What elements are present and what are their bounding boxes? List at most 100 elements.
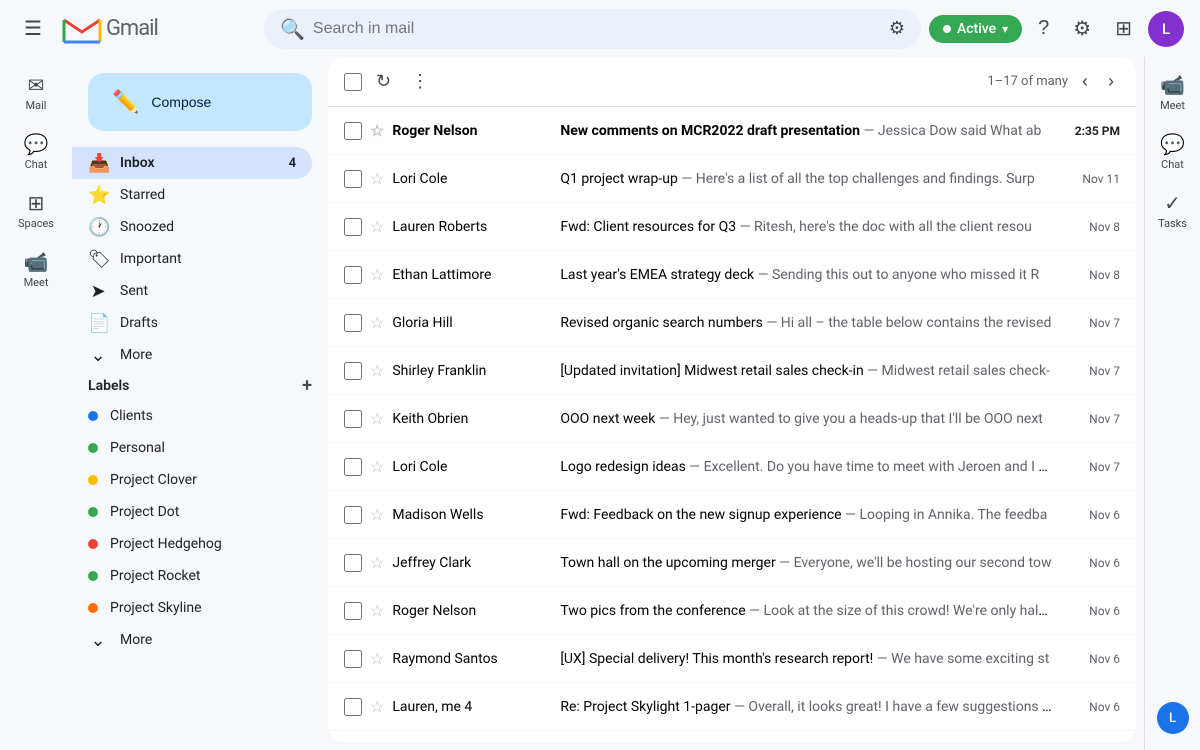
email-date: Nov 8 bbox=[1060, 220, 1120, 234]
label-project-rocket[interactable]: Project Rocket bbox=[72, 560, 312, 592]
star-icon[interactable]: ☆ bbox=[370, 409, 384, 428]
search-input[interactable] bbox=[313, 20, 881, 38]
table-row[interactable]: ☆ Keith Obrien OOO next week — Hey, just… bbox=[328, 395, 1136, 443]
support-button[interactable]: ? bbox=[1030, 9, 1057, 48]
label-more[interactable]: ⌄ More bbox=[72, 624, 312, 656]
nav-item-inbox[interactable]: 📥 Inbox 4 bbox=[72, 147, 312, 179]
label-project-skyline[interactable]: Project Skyline bbox=[72, 592, 312, 624]
nav-item-starred[interactable]: ⭐ Starred bbox=[72, 179, 312, 211]
email-date: Nov 6 bbox=[1060, 700, 1120, 714]
project-clover-dot bbox=[88, 475, 98, 485]
row-checkbox[interactable] bbox=[344, 170, 362, 188]
search-filter-icon[interactable]: ⚙ bbox=[889, 18, 905, 39]
nav-item-sent[interactable]: ➤ Sent bbox=[72, 275, 312, 307]
hamburger-menu-button[interactable]: ☰ bbox=[16, 8, 50, 49]
sidebar-item-chat[interactable]: 💬 Chat bbox=[12, 124, 60, 179]
label-project-hedgehog[interactable]: Project Hedgehog bbox=[72, 528, 312, 560]
email-snippet: — Hey, just wanted to give you a heads-u… bbox=[659, 411, 1043, 427]
star-icon[interactable]: ☆ bbox=[370, 553, 384, 572]
row-checkbox[interactable] bbox=[344, 314, 362, 332]
table-row[interactable]: ☆ Shirley Franklin [Updated invitation] … bbox=[328, 347, 1136, 395]
avatar[interactable]: L bbox=[1148, 11, 1184, 47]
mail-icon: ✉ bbox=[28, 73, 45, 97]
more-options-button[interactable]: ⋮ bbox=[405, 65, 435, 98]
star-icon[interactable]: ☆ bbox=[370, 361, 384, 380]
star-icon[interactable]: ☆ bbox=[370, 649, 384, 668]
table-row[interactable]: ☆ Lauren Roberts Fwd: Client resources f… bbox=[328, 203, 1136, 251]
table-row[interactable]: ☆ Lauren, me 4 Re: Project Skylight 1-pa… bbox=[328, 683, 1136, 731]
label-clients[interactable]: Clients bbox=[72, 400, 312, 432]
active-status-badge[interactable]: Active ▾ bbox=[929, 15, 1022, 43]
older-page-button[interactable]: › bbox=[1102, 65, 1120, 98]
star-icon[interactable]: ☆ bbox=[370, 265, 384, 284]
row-checkbox[interactable] bbox=[344, 362, 362, 380]
right-tab-tasks[interactable]: ✓ Tasks bbox=[1149, 183, 1197, 238]
label-clients-text: Clients bbox=[110, 408, 153, 424]
meet-tab-icon: 📹 bbox=[1160, 73, 1185, 97]
star-icon[interactable]: ☆ bbox=[370, 313, 384, 332]
compose-button[interactable]: ✏️ Compose bbox=[88, 73, 312, 131]
table-row[interactable]: ☆ Madison Wells Fwd: Feedback on the new… bbox=[328, 491, 1136, 539]
table-row[interactable]: ☆ Raymond Santos [UX] Special delivery! … bbox=[328, 635, 1136, 683]
row-checkbox[interactable] bbox=[344, 458, 362, 476]
app-container: ☰ Gmail 🔍 ⚙ Active ▾ bbox=[0, 0, 1200, 750]
label-project-clover[interactable]: Project Clover bbox=[72, 464, 312, 496]
nav-item-drafts[interactable]: 📄 Drafts bbox=[72, 307, 312, 339]
table-row[interactable]: ☆ Lori Cole Logo redesign ideas — Excell… bbox=[328, 443, 1136, 491]
sidebar-item-mail[interactable]: ✉ Mail bbox=[12, 65, 60, 120]
star-icon[interactable]: ☆ bbox=[370, 121, 384, 140]
nav-item-more[interactable]: ⌄ More bbox=[72, 339, 312, 371]
nav-item-snoozed[interactable]: 🕐 Snoozed bbox=[72, 211, 312, 243]
label-personal[interactable]: Personal bbox=[72, 432, 312, 464]
row-checkbox[interactable] bbox=[344, 602, 362, 620]
refresh-button[interactable]: ↻ bbox=[370, 65, 397, 98]
email-toolbar: ↻ ⋮ 1–17 of many ‹ › bbox=[328, 57, 1136, 107]
row-checkbox[interactable] bbox=[344, 410, 362, 428]
add-label-icon[interactable]: + bbox=[302, 375, 312, 396]
table-row[interactable]: ☆ Roger Nelson Two pics from the confere… bbox=[328, 587, 1136, 635]
row-checkbox[interactable] bbox=[344, 698, 362, 716]
star-icon[interactable]: ☆ bbox=[370, 505, 384, 524]
apps-button[interactable]: ⊞ bbox=[1107, 8, 1140, 49]
email-subject: Revised organic search numbers — Hi all … bbox=[560, 315, 1052, 331]
table-row[interactable]: ☆ Ethan Lattimore Last year's EMEA strat… bbox=[328, 251, 1136, 299]
avatar-small[interactable]: L bbox=[1157, 702, 1189, 734]
row-checkbox[interactable] bbox=[344, 122, 362, 140]
star-icon[interactable]: ☆ bbox=[370, 697, 384, 716]
table-row[interactable]: ☆ Lori Cole Q1 project wrap-up — Here's … bbox=[328, 155, 1136, 203]
nav-item-important[interactable]: 🏷 Important bbox=[72, 243, 312, 275]
app-header: ☰ Gmail 🔍 ⚙ Active ▾ bbox=[0, 0, 1200, 57]
sender-name: Ethan Lattimore bbox=[392, 267, 552, 283]
table-row[interactable]: ☆ Gloria Hill Revised organic search num… bbox=[328, 299, 1136, 347]
newer-page-button[interactable]: ‹ bbox=[1076, 65, 1094, 98]
right-tab-meet[interactable]: 📹 Meet bbox=[1149, 65, 1197, 120]
row-checkbox[interactable] bbox=[344, 650, 362, 668]
row-checkbox[interactable] bbox=[344, 506, 362, 524]
star-icon[interactable]: ☆ bbox=[370, 457, 384, 476]
row-checkbox[interactable] bbox=[344, 266, 362, 284]
sidebar-item-meet[interactable]: 📹 Meet bbox=[12, 242, 60, 297]
more-nav-icon: ⌄ bbox=[88, 345, 108, 366]
table-row[interactable]: ☆ Lauren Roberts Re: Corp strategy slide… bbox=[328, 731, 1136, 742]
sender-name: Shirley Franklin bbox=[392, 363, 552, 379]
header-right: Active ▾ ? ⚙ ⊞ L bbox=[929, 8, 1184, 49]
email-list-area: ↻ ⋮ 1–17 of many ‹ › ☆ Roger Nelson New … bbox=[328, 57, 1136, 742]
nav-drafts-label: Drafts bbox=[120, 315, 158, 331]
star-icon[interactable]: ☆ bbox=[370, 169, 384, 188]
table-row[interactable]: ☆ Roger Nelson New comments on MCR2022 d… bbox=[328, 107, 1136, 155]
row-checkbox[interactable] bbox=[344, 218, 362, 236]
email-subject: Fwd: Feedback on the new signup experien… bbox=[560, 507, 1052, 523]
right-tab-chat[interactable]: 💬 Chat bbox=[1149, 124, 1197, 179]
table-row[interactable]: ☆ Jeffrey Clark Town hall on the upcomin… bbox=[328, 539, 1136, 587]
star-icon[interactable]: ☆ bbox=[370, 601, 384, 620]
sidebar-item-spaces[interactable]: ⊞ Spaces bbox=[12, 183, 60, 238]
row-checkbox[interactable] bbox=[344, 554, 362, 572]
email-snippet: — Excellent. Do you have time to meet wi… bbox=[689, 459, 1052, 475]
label-project-dot[interactable]: Project Dot bbox=[72, 496, 312, 528]
settings-button[interactable]: ⚙ bbox=[1065, 8, 1099, 49]
select-all-checkbox[interactable] bbox=[344, 73, 362, 91]
star-icon[interactable]: ☆ bbox=[370, 217, 384, 236]
sender-name: Lori Cole bbox=[392, 459, 552, 475]
email-subject: Town hall on the upcoming merger — Every… bbox=[560, 555, 1052, 571]
sender-name: Lori Cole bbox=[392, 171, 552, 187]
